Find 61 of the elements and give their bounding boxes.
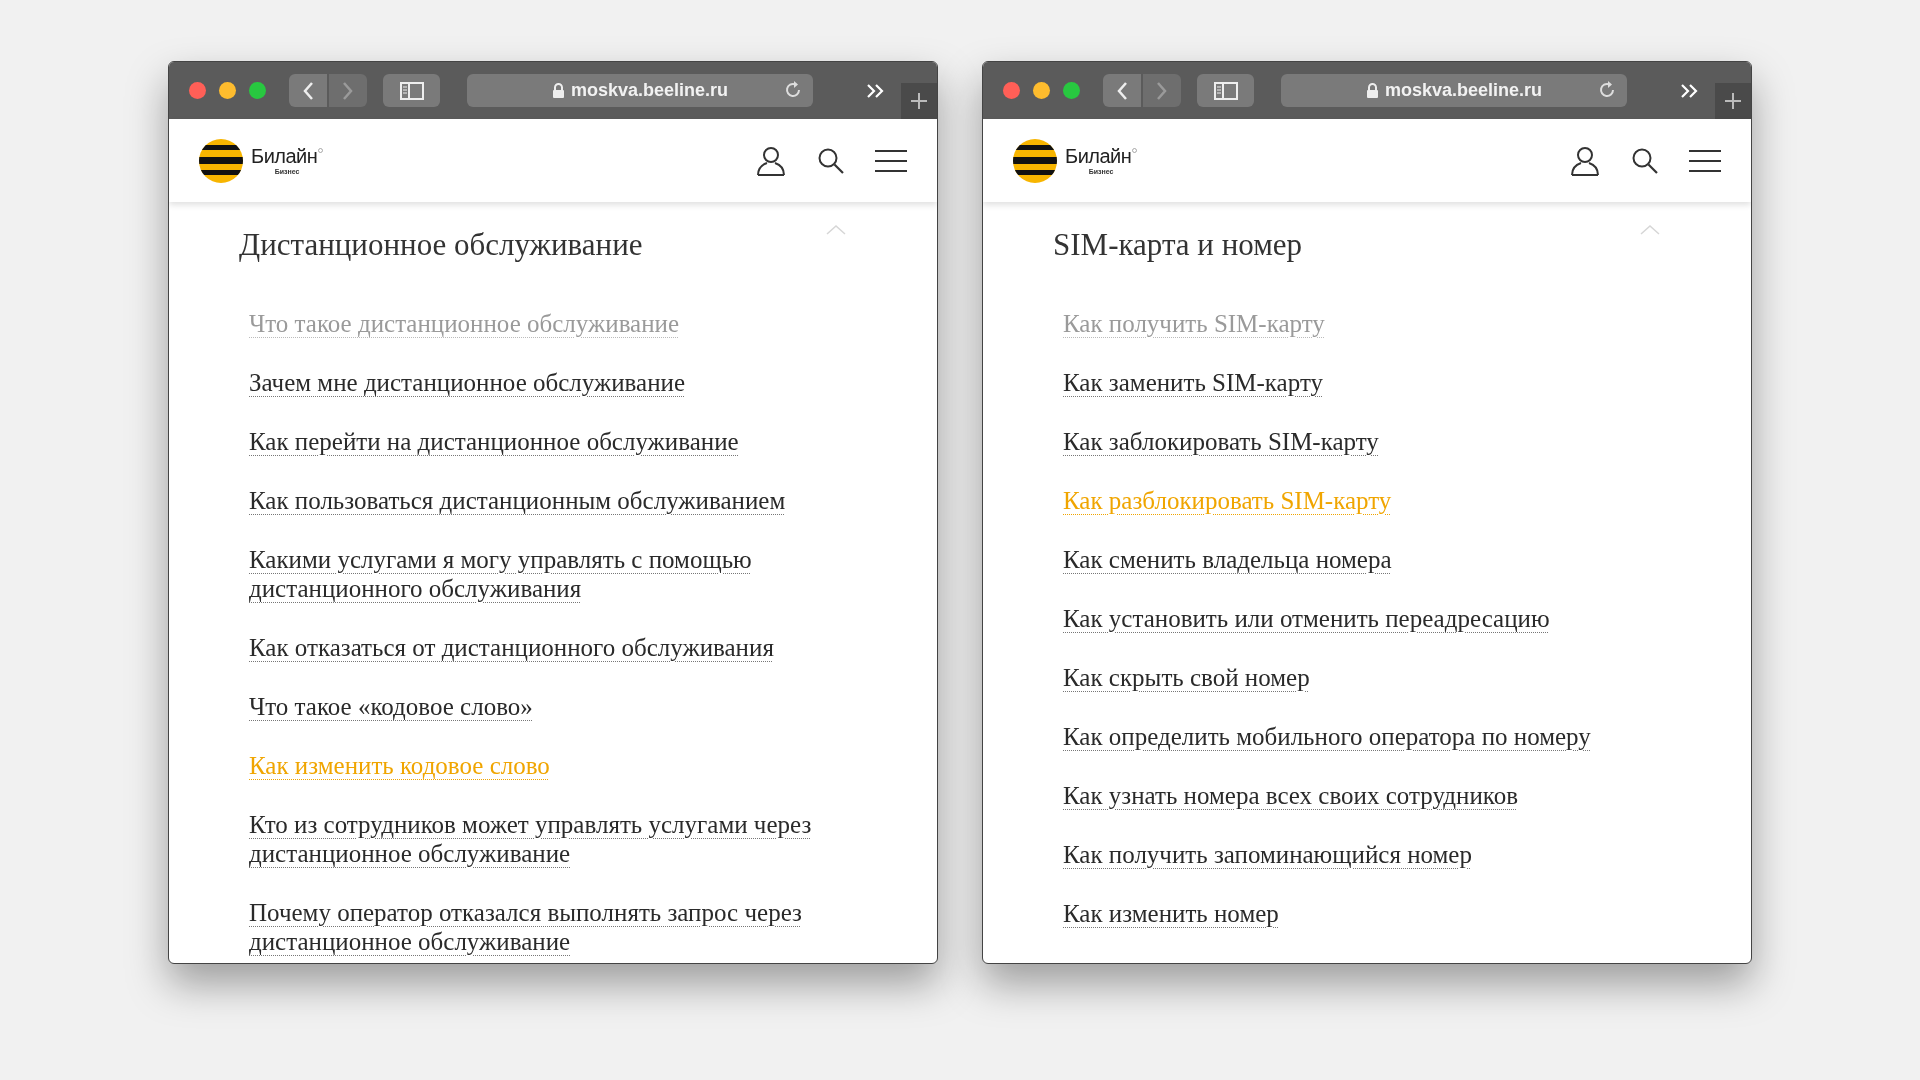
zoom-button[interactable]: [249, 82, 266, 99]
sidebar-icon: [399, 81, 424, 100]
registered-mark-icon: [1132, 148, 1138, 153]
plus-icon: [1724, 92, 1742, 110]
logo-icon[interactable]: [199, 138, 243, 183]
faq-link[interactable]: Что такое «кодовое слово»: [249, 691, 533, 721]
faq-link[interactable]: Как определить мобильного оператора по номеру: [1063, 721, 1591, 751]
menu-icon[interactable]: [1689, 148, 1721, 173]
menu-icon[interactable]: [875, 148, 907, 173]
chevron-left-icon: [302, 80, 314, 101]
new-tab-button[interactable]: [1715, 83, 1751, 119]
faq-link[interactable]: Какими услугами я могу управлять с помощью дистанционного обслуживания: [249, 544, 847, 603]
faq-link[interactable]: Как перейти на дистанционное обслуживание: [249, 426, 739, 456]
logo-icon[interactable]: [1013, 138, 1057, 183]
more-tabs-icon[interactable]: [1680, 82, 1700, 99]
section-title[interactable]: SIM-карта и номер: [1053, 222, 1303, 269]
lock-icon: [551, 82, 565, 99]
reload-icon[interactable]: [1597, 80, 1617, 100]
close-button[interactable]: [1003, 82, 1020, 99]
minimize-button[interactable]: [1033, 82, 1050, 99]
back-button[interactable]: [1103, 74, 1141, 107]
back-button[interactable]: [289, 74, 327, 107]
more-tabs-icon[interactable]: [866, 82, 886, 99]
chevron-right-icon: [342, 80, 354, 101]
faq-link[interactable]: Как скрыть свой номер: [1063, 662, 1310, 692]
sidebar-button[interactable]: [1197, 74, 1254, 107]
faq-link[interactable]: Как установить или отменить переадресацию: [1063, 603, 1550, 633]
faq-link[interactable]: Как сменить владельца номера: [1063, 544, 1392, 574]
faq-link[interactable]: Как пользоваться дистанционным обслуживанием: [249, 485, 786, 515]
plus-icon: [910, 92, 928, 110]
search-icon[interactable]: [817, 146, 845, 175]
faq-link[interactable]: Как заменить SIM-карту: [1063, 367, 1323, 397]
zoom-button[interactable]: [1063, 82, 1080, 99]
user-icon[interactable]: [1569, 144, 1601, 177]
minimize-button[interactable]: [219, 82, 236, 99]
faq-link[interactable]: Зачем мне дистанционное обслуживание: [249, 367, 685, 397]
chevron-left-icon: [1116, 80, 1128, 101]
logo-text: Билайн: [251, 146, 318, 166]
sidebar-button[interactable]: [383, 74, 440, 107]
faq-link[interactable]: Как отказаться от дистанционного обслуживания: [249, 632, 774, 662]
address-text: moskva.beeline.ru: [1384, 79, 1543, 102]
reload-icon[interactable]: [783, 80, 803, 100]
faq-link[interactable]: Почему оператор отказался выполнять запрос через дистанционное обслуживание: [249, 897, 847, 956]
section-title[interactable]: Дистанционное обслуживание: [239, 222, 643, 269]
faq-link[interactable]: Как заблокировать SIM-карту: [1063, 426, 1379, 456]
user-icon[interactable]: [755, 144, 787, 177]
logo-text: Билайн: [1065, 146, 1132, 166]
address-bar[interactable]: moskva.beeline.ru: [467, 74, 813, 107]
address-text: moskva.beeline.ru: [570, 79, 729, 102]
faq-link[interactable]: Кто из сотрудников может управлять услугами через дистанционное обслуживание: [249, 809, 847, 868]
chevron-right-icon: [1156, 80, 1168, 101]
lock-icon: [1365, 82, 1379, 99]
faq-link[interactable]: Как узнать номера всех своих сотрудников: [1063, 780, 1518, 810]
search-icon[interactable]: [1631, 146, 1659, 175]
faq-link[interactable]: Как получить запоминающийся номер: [1063, 839, 1472, 869]
sidebar-icon: [1213, 81, 1238, 100]
new-tab-button[interactable]: [901, 83, 937, 119]
faq-link[interactable]: Как изменить номер: [1063, 898, 1279, 928]
registered-mark-icon: [318, 148, 324, 153]
close-button[interactable]: [189, 82, 206, 99]
address-bar[interactable]: moskva.beeline.ru: [1281, 74, 1627, 107]
